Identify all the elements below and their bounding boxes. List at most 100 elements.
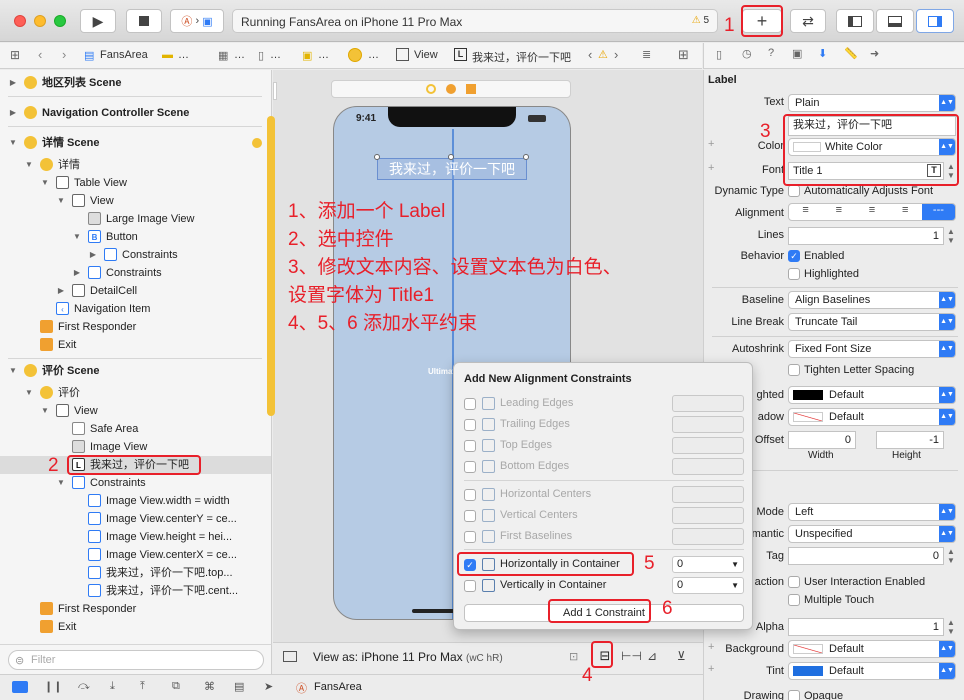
shadow-popup[interactable]: Default ▲▼ (788, 408, 956, 426)
view-controller-icon[interactable] (426, 84, 436, 94)
outline-item[interactable]: First Responder (0, 600, 271, 618)
jump-item-controller[interactable]: … (368, 49, 379, 61)
constraint-row-vertical-centers[interactable]: Vertical Centers (464, 507, 744, 525)
constraint-checkbox[interactable] (464, 419, 476, 431)
stop-button[interactable] (126, 9, 162, 33)
align-justify-icon[interactable]: ≡ (889, 204, 922, 220)
disclosure-down-icon[interactable]: ▼ (8, 134, 18, 152)
help-icon[interactable]: ? (768, 47, 774, 59)
content-mode-popup[interactable]: Left ▲▼ (788, 503, 956, 521)
constraint-value-field[interactable] (672, 486, 744, 503)
toggle-debug-button[interactable] (876, 9, 914, 33)
minimize-window-button[interactable] (34, 15, 46, 27)
offset-width-field[interactable]: 0 (788, 431, 856, 449)
constraint-checkbox[interactable] (464, 510, 476, 522)
align-right-icon[interactable]: ≡ (855, 204, 888, 220)
add-editor-icon[interactable]: ⊞ (678, 47, 689, 63)
jump-item-folder[interactable]: … (178, 49, 189, 61)
align-center-icon[interactable]: ≡ (822, 204, 855, 220)
tint-popup[interactable]: Default ▲▼ (788, 662, 956, 680)
constraint-checkbox[interactable] (464, 461, 476, 473)
next-issue-icon[interactable]: › (614, 47, 618, 62)
outline-item[interactable]: ▶ Constraints (0, 246, 271, 264)
debug-scheme-label[interactable]: FansArea (314, 681, 362, 693)
view-as-button[interactable]: View as: iPhone 11 Pro Max (wC hR) (313, 650, 503, 664)
constraint-row-vertically-in-container[interactable]: Vertically in Container 0 ▼ (464, 577, 744, 595)
disclosure-right-icon[interactable]: ▶ (56, 282, 66, 300)
lines-stepper[interactable]: ▲ ▼ (947, 227, 955, 245)
outline-item[interactable]: ▼ 评价 (0, 384, 271, 402)
semantic-popup[interactable]: Unspecified ▲▼ (788, 525, 956, 543)
toggle-inspector-button[interactable] (916, 9, 954, 33)
autoshrink-popup[interactable]: Fixed Font Size ▲▼ (788, 340, 956, 358)
filter-input[interactable]: ⊜ Filter (8, 650, 264, 670)
constraint-row-horizontal-centers[interactable]: Horizontal Centers (464, 486, 744, 504)
resize-handle[interactable] (523, 154, 529, 160)
outline-item[interactable]: 我来过，评价一下吧.cent... (0, 582, 271, 600)
outline-item[interactable]: ▼ 详情 (0, 156, 271, 174)
align-left-icon[interactable]: ≡ (789, 204, 822, 220)
jump-item-storyboard[interactable]: … (234, 49, 245, 61)
hide-outline-icon[interactable] (283, 651, 297, 662)
constraint-checkbox[interactable] (464, 489, 476, 501)
background-popup[interactable]: Default ▲▼ (788, 640, 956, 658)
constraint-value-field[interactable] (672, 528, 744, 545)
first-responder-icon[interactable] (446, 84, 456, 94)
view-debugger-icon[interactable]: ⧉ (172, 680, 180, 693)
constraint-value-field[interactable] (672, 437, 744, 454)
constraint-value-field[interactable]: 0 ▼ (672, 556, 744, 573)
outline-item[interactable]: Image View (0, 438, 271, 456)
size-inspector-icon[interactable]: 📏 (844, 47, 858, 60)
alignment-segmented-control[interactable]: ≡ ≡ ≡ ≡ --- (788, 203, 956, 221)
jump-item-scene[interactable]: … (318, 49, 329, 61)
disclosure-right-icon[interactable]: ▶ (8, 104, 18, 122)
outline-item[interactable]: ▼ B Button (0, 228, 271, 246)
alpha-stepper[interactable]: ▲ ▼ (947, 618, 955, 636)
disclosure-down-icon[interactable]: ▼ (24, 384, 34, 402)
disclosure-down-icon[interactable]: ▼ (40, 402, 50, 420)
add-constraints-icon[interactable]: ⊢⊣ (621, 649, 642, 663)
opaque-checkbox[interactable] (788, 690, 800, 700)
outline-scene-region-list[interactable]: ▶ 地区列表 Scene (0, 74, 271, 92)
alpha-field[interactable]: 1 (788, 618, 944, 636)
align-natural-icon[interactable]: --- (921, 204, 956, 220)
enabled-checkbox[interactable]: ✓ (788, 250, 800, 262)
close-window-button[interactable] (14, 15, 26, 27)
outline-item[interactable]: ▼ Table View (0, 174, 271, 192)
related-items-icon[interactable]: ⊞ (10, 48, 20, 62)
scheme-selector[interactable]: Ⓐ › ▣ (170, 9, 224, 33)
warning-badge[interactable]: ⚠ 5 (692, 15, 709, 26)
constraint-checkbox[interactable] (464, 531, 476, 543)
outline-item[interactable]: ‹ Navigation Item (0, 300, 271, 318)
tag-stepper[interactable]: ▲ ▼ (947, 547, 955, 565)
exit-icon[interactable] (466, 84, 476, 94)
selected-label[interactable]: 我来过，评价一下吧 (377, 158, 527, 180)
constraint-row-bottom[interactable]: Bottom Edges (464, 458, 744, 476)
outline-item[interactable]: ▶ DetailCell (0, 282, 271, 300)
outline-item[interactable]: Image View.width = width (0, 492, 271, 510)
baseline-popup[interactable]: Align Baselines ▲▼ (788, 291, 956, 309)
constraint-value-field[interactable] (672, 416, 744, 433)
disclosure-down-icon[interactable]: ▼ (8, 362, 18, 380)
environment-icon[interactable]: ▤ (234, 680, 244, 693)
outline-item[interactable]: Exit (0, 618, 271, 636)
outline-item[interactable]: ▼ View (0, 402, 271, 420)
line-break-popup[interactable]: Truncate Tail ▲▼ (788, 313, 956, 331)
outline-scene-review[interactable]: ▼ 评价 Scene (0, 362, 271, 380)
outline-item[interactable]: Image View.centerX = ce... (0, 546, 271, 564)
disclosure-down-icon[interactable]: ▼ (72, 228, 82, 246)
jump-item-view[interactable]: View (414, 49, 438, 61)
constraint-value-field[interactable] (672, 458, 744, 475)
toggle-navigator-button[interactable] (836, 9, 874, 33)
run-button[interactable]: ▶ (80, 9, 116, 33)
constraint-checkbox[interactable] (464, 398, 476, 410)
tighten-spacing-checkbox[interactable] (788, 364, 800, 376)
text-type-popup[interactable]: Plain ▲▼ (788, 94, 956, 112)
jump-item-file[interactable]: … (270, 49, 281, 61)
history-icon[interactable]: ◷ (742, 47, 752, 60)
location-icon[interactable]: ➤ (264, 680, 273, 693)
outline-item[interactable]: ▼ Constraints (0, 474, 271, 492)
constraint-row-leading[interactable]: Leading Edges (464, 395, 744, 413)
resize-handle[interactable] (374, 154, 380, 160)
outline-item[interactable]: 我来过，评价一下吧.top... (0, 564, 271, 582)
